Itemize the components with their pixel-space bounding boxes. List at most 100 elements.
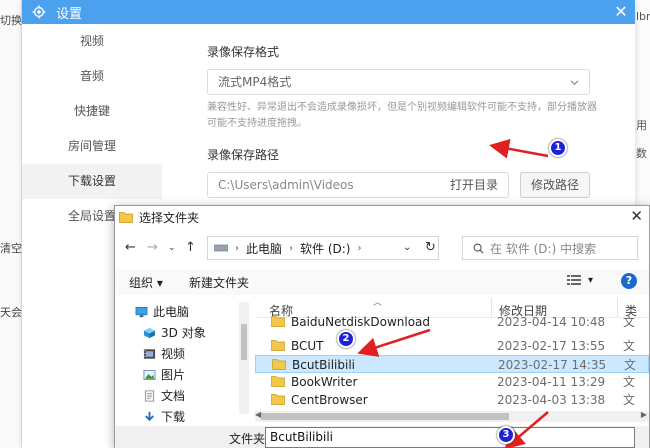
format-hint: 兼容性好、异常退出不会造成录像损坏，但是个别视频编辑软件可能不支持，部分播放器可…: [207, 102, 597, 129]
tree-item-3d-objects[interactable]: 3D 对象: [125, 323, 237, 344]
folder-icon: [271, 394, 285, 405]
format-value: 流式MP4格式: [218, 75, 292, 89]
file-date: 2023-04-14 10:48: [497, 315, 606, 329]
chooser-titlebar: 选择文件夹 ✕: [115, 206, 649, 228]
chevron-right-icon: ›: [289, 242, 294, 254]
new-folder-button[interactable]: 新建文件夹: [189, 274, 249, 291]
background-text: lbn&: [636, 10, 650, 23]
tree-scrollbar[interactable]: [239, 302, 249, 414]
file-name: BookWriter: [291, 375, 358, 389]
change-path-button[interactable]: 修改路径: [520, 172, 590, 198]
file-type: 文: [624, 358, 637, 372]
back-arrow-icon[interactable]: ←: [125, 240, 136, 255]
nav-item-rooms[interactable]: 房间管理: [22, 129, 162, 164]
file-row[interactable]: BCUT 2023-02-17 13:55 文: [255, 337, 649, 355]
nav-item-shortcuts[interactable]: 快捷键: [22, 94, 162, 129]
file-name: BaiduNetdiskDownload: [291, 315, 431, 329]
close-icon[interactable]: ✕: [611, 2, 631, 22]
refresh-icon[interactable]: ↻: [425, 240, 436, 255]
folder-icon: [271, 376, 285, 387]
file-row[interactable]: BaiduNetdiskDownload 2023-04-14 10:48 文: [255, 313, 649, 331]
file-row[interactable]: BookWriter 2023-04-11 13:29 文: [255, 373, 649, 391]
tree-item-label: 图片: [161, 368, 186, 382]
nav-item-video[interactable]: 视频: [22, 24, 162, 59]
folder-icon: [271, 340, 285, 351]
breadcrumb-this-pc[interactable]: 此电脑: [246, 240, 282, 257]
save-path-field[interactable]: C:\Users\admin\Videos 打开目录: [207, 172, 509, 198]
cube-icon: [143, 327, 156, 339]
file-type: 文: [623, 339, 636, 353]
chevron-right-icon: ›: [235, 242, 239, 254]
close-icon[interactable]: ✕: [630, 207, 643, 225]
tree-item-label: 下载: [161, 410, 186, 424]
search-input[interactable]: 在 软件 (D:) 中搜索: [462, 236, 638, 260]
tree-item-documents[interactable]: 文档: [125, 386, 237, 407]
tree-item-pictures[interactable]: 图片: [125, 365, 237, 386]
file-date: 2023-02-17 13:55: [497, 339, 606, 353]
forward-arrow-icon[interactable]: →: [147, 240, 158, 255]
step-marker-1: 1: [549, 139, 567, 157]
file-type: 文: [623, 375, 636, 389]
format-label: 录像保存格式: [207, 45, 280, 59]
file-type: 文: [623, 393, 636, 407]
tree-item-label: 视频: [161, 347, 186, 361]
view-dropdown-icon[interactable]: ▾: [588, 275, 593, 286]
file-name: CentBrowser: [291, 393, 368, 407]
chevron-down-icon: [570, 80, 579, 86]
nav-item-download[interactable]: 下载设置: [22, 164, 162, 199]
settings-titlebar: 设置 ✕: [22, 0, 635, 24]
background-text: 数: [636, 147, 647, 160]
organize-button[interactable]: 组织 ▾: [129, 274, 163, 291]
file-row-selected[interactable]: BcutBilibili 2023-02-17 14:35 文: [255, 355, 649, 373]
chooser-title: 选择文件夹: [139, 210, 200, 225]
file-date: 2023-04-03 13:38: [497, 393, 606, 407]
gear-icon: [32, 5, 46, 19]
settings-title: 设置: [56, 6, 83, 22]
video-icon: [143, 349, 156, 359]
horizontal-scrollbar[interactable]: ◀ ▶: [255, 410, 649, 422]
up-arrow-icon[interactable]: ↑: [185, 240, 196, 255]
document-icon: [144, 390, 155, 402]
folder-name-field[interactable]: BcutBilibili: [265, 427, 635, 448]
sort-up-icon: ︿: [373, 298, 383, 308]
view-options-icon[interactable]: [567, 274, 581, 289]
file-name: BCUT: [291, 339, 324, 353]
scroll-right-icon[interactable]: ▶: [641, 410, 647, 419]
search-placeholder: 在 软件 (D:) 中搜索: [490, 241, 597, 256]
folder-icon: [271, 316, 285, 327]
file-date: 2023-02-17 14:35: [498, 358, 607, 372]
tree-item-videos[interactable]: 视频: [125, 344, 237, 365]
tree-item-label: 3D 对象: [161, 326, 206, 340]
file-date: 2023-04-11 13:29: [497, 375, 606, 389]
recent-dropdown-icon[interactable]: ⌄: [168, 243, 176, 253]
address-row: ← → ⌄ ↑ › 此电脑 › 软件 (D:) › ⌄ ↻ 在 软件 (D:) …: [115, 232, 649, 264]
background-app-left: [0, 0, 22, 448]
folder-name-label: 文件夹:: [229, 432, 270, 446]
nav-item-audio[interactable]: 音频: [22, 59, 162, 94]
background-text: 切换: [0, 14, 22, 27]
format-select[interactable]: 流式MP4格式: [207, 69, 590, 95]
background-text: 清空: [0, 242, 22, 255]
file-list: ︿ 名称 修改日期 类 BaiduNetdiskDownload 2023-04…: [255, 298, 649, 408]
chevron-right-icon: ›: [357, 242, 362, 254]
folder-icon: [272, 359, 286, 370]
file-row[interactable]: CentBrowser 2023-04-03 13:38 文: [255, 391, 649, 408]
help-icon[interactable]: ?: [621, 273, 637, 289]
chooser-toolbar: 组织 ▾ 新建文件夹 ▾ ?: [115, 269, 649, 295]
folder-icon: [119, 212, 133, 223]
address-dropdown-icon[interactable]: ⌄: [403, 242, 411, 253]
drive-icon: [214, 244, 228, 252]
file-rows: BaiduNetdiskDownload 2023-04-14 10:48 文 …: [255, 315, 649, 408]
download-icon: [145, 411, 154, 422]
tree-item-downloads[interactable]: 下载: [125, 407, 237, 426]
path-label: 录像保存路径: [207, 148, 280, 162]
picture-icon: [143, 369, 156, 381]
file-name: BcutBilibili: [292, 358, 355, 372]
tree-item-label: 文档: [161, 389, 186, 403]
tree-item-this-pc[interactable]: 此电脑: [125, 302, 237, 323]
step-marker-2: 2: [337, 330, 355, 348]
breadcrumb-drive-d[interactable]: 软件 (D:): [300, 240, 350, 257]
folder-name-row: 文件夹: BcutBilibili: [115, 426, 649, 448]
folder-chooser-dialog: 选择文件夹 ✕ ← → ⌄ ↑ › 此电脑 › 软件 (D:) › ⌄ ↻ 在 …: [114, 205, 650, 448]
open-directory-link[interactable]: 打开目录: [450, 173, 498, 197]
